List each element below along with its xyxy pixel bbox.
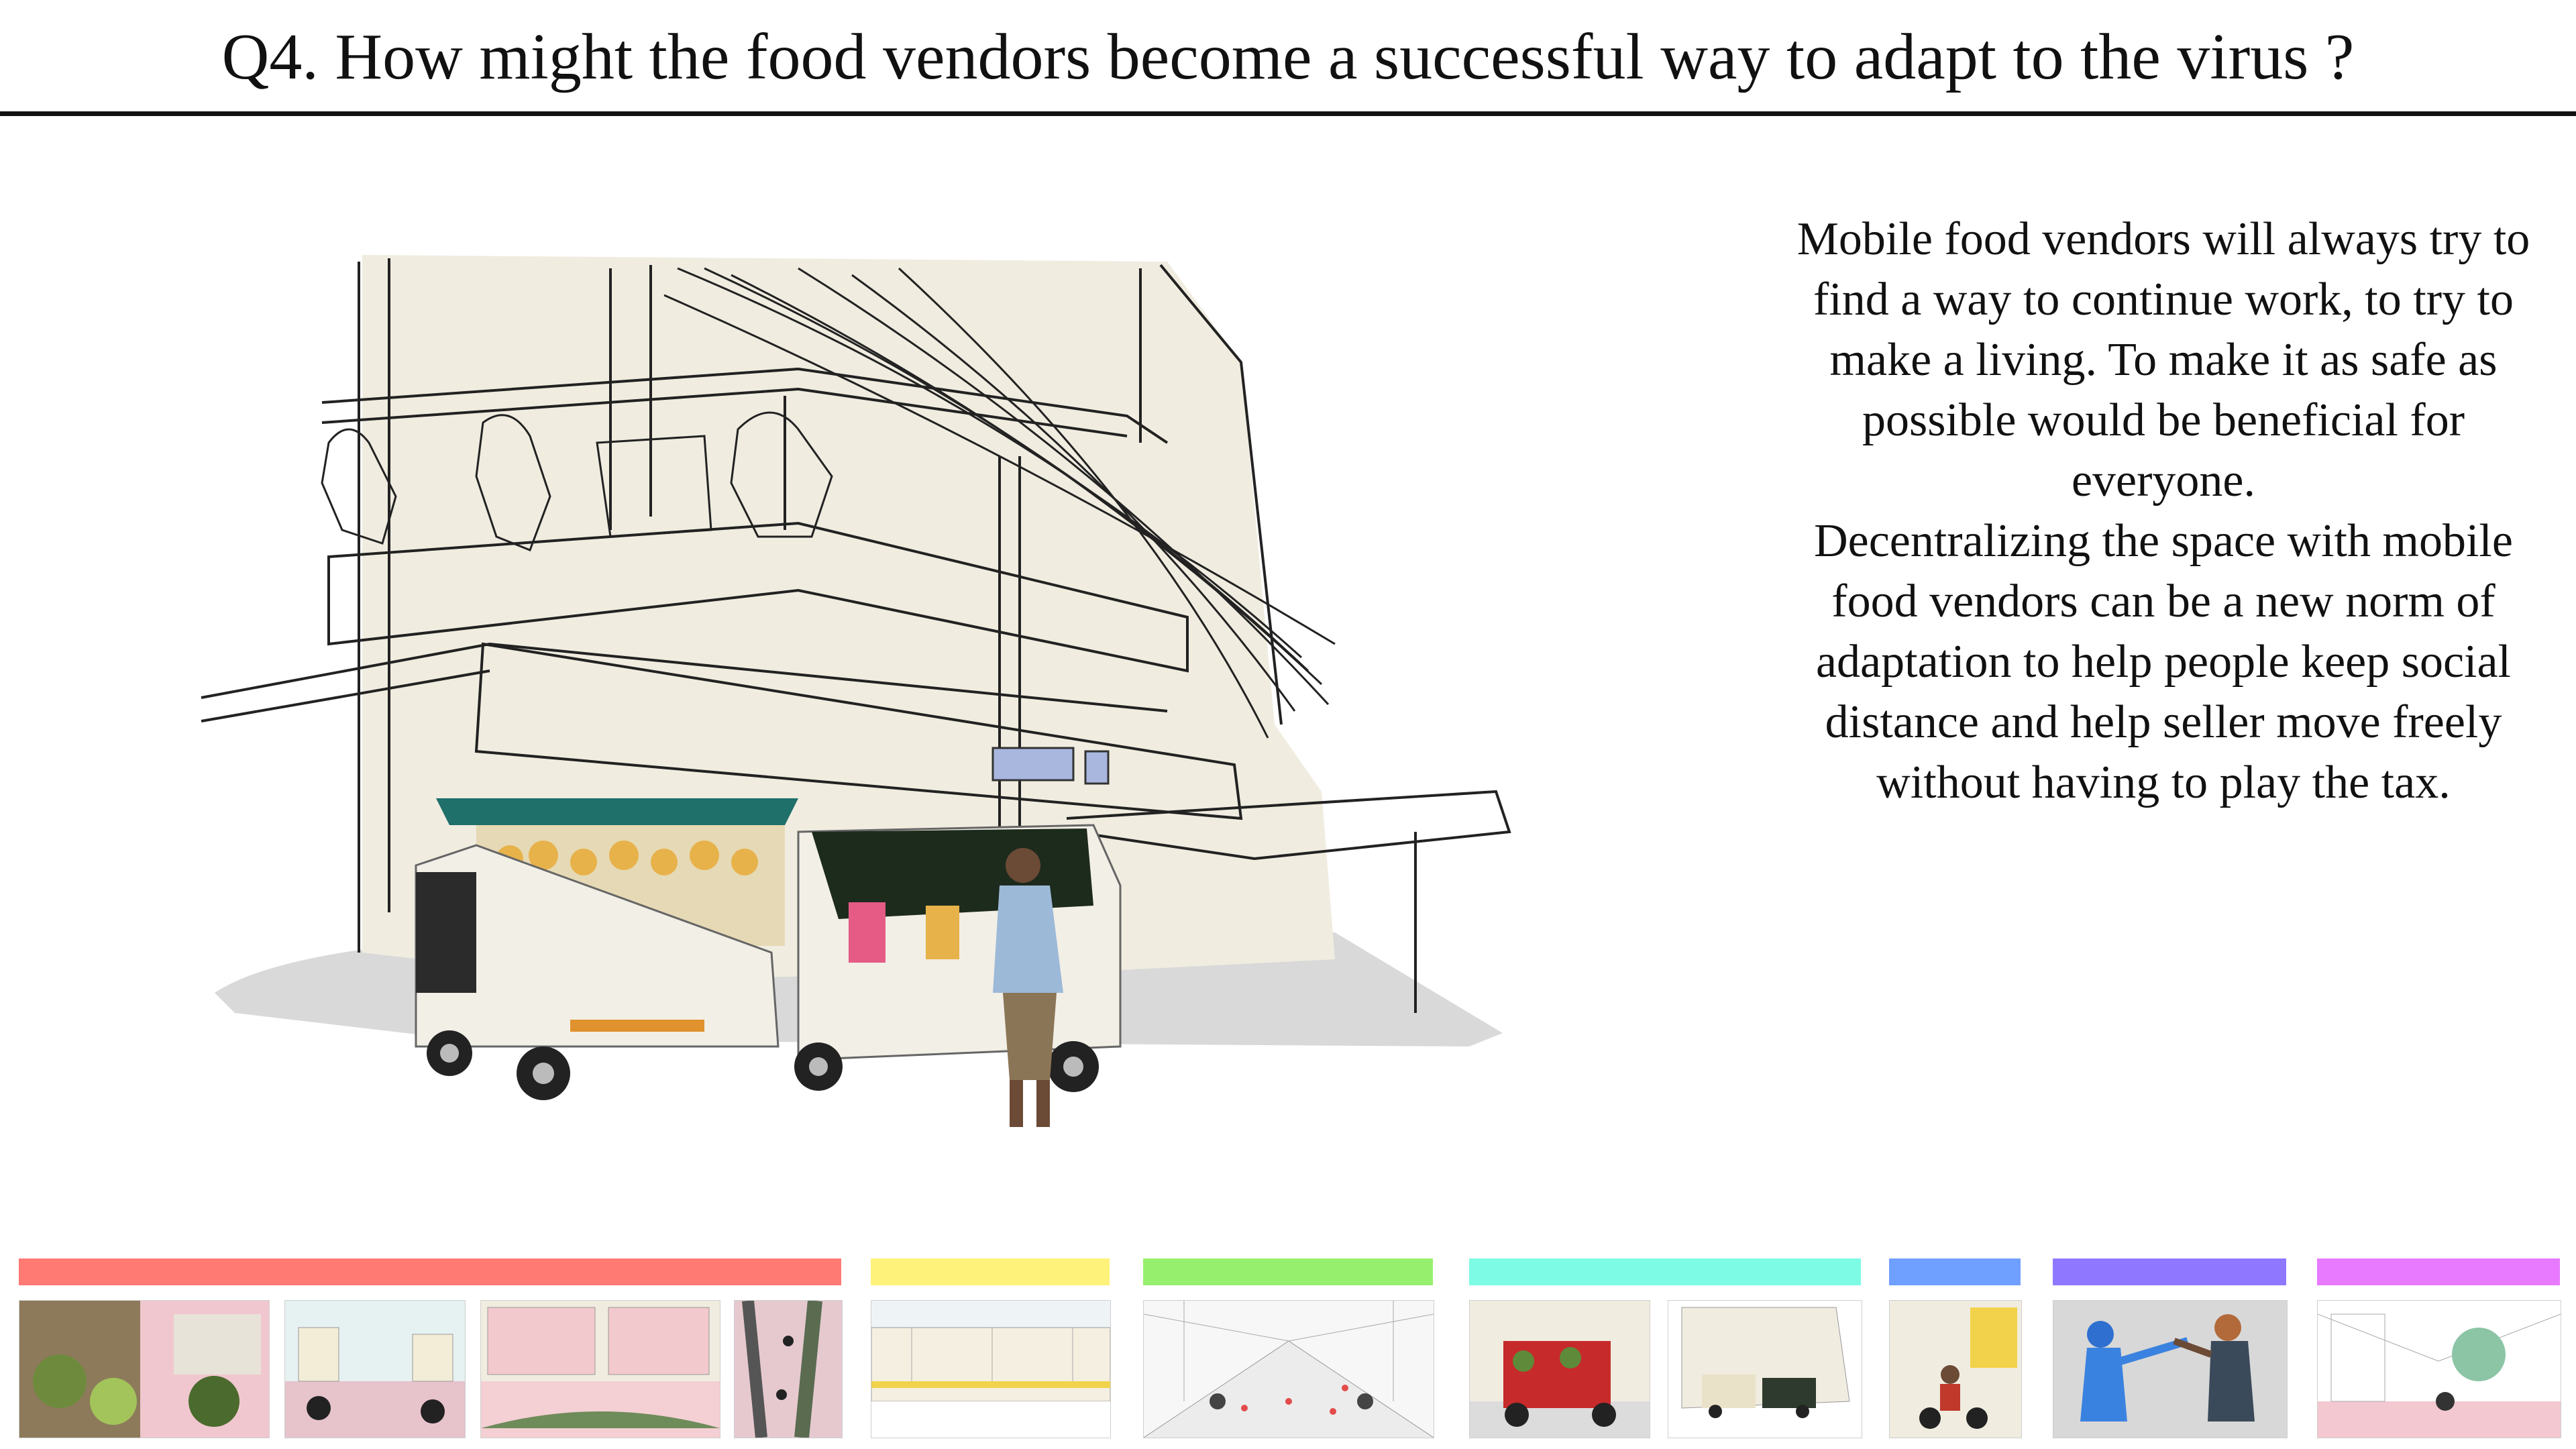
vendor-corner-drawing — [201, 255, 1511, 1127]
timeline-bar — [2053, 1258, 2286, 1285]
title-divider — [0, 111, 2576, 116]
thumb-market-facade-elevation[interactable] — [871, 1300, 1111, 1438]
thumb-street-sketch[interactable] — [284, 1300, 466, 1438]
timeline-bar — [871, 1258, 1110, 1285]
timeline-group-7 — [2317, 1258, 2561, 1440]
timeline-bar — [1469, 1258, 1861, 1285]
description-paragraph: Mobile food vendors will always try to f… — [1796, 213, 2530, 506]
timeline-group-5 — [1889, 1258, 2022, 1440]
thumb-street-tree-sketch[interactable] — [2317, 1300, 2561, 1438]
timeline-bar — [1889, 1258, 2021, 1285]
timeline-group-3 — [1143, 1258, 1434, 1440]
thumb-masked-exchange[interactable] — [2053, 1300, 2288, 1438]
description-paragraph: Decentralizing the space with mobile foo… — [1814, 515, 2513, 808]
timeline-group-1 — [19, 1258, 843, 1440]
thumb-corner-carts[interactable] — [1668, 1300, 1862, 1438]
thumb-motorbike-vendor[interactable] — [1889, 1300, 2022, 1438]
timeline-bar — [19, 1258, 841, 1285]
timeline-group-2 — [871, 1258, 1111, 1440]
thumb-perspective-street-markings[interactable] — [1143, 1300, 1434, 1438]
description-text: Mobile food vendors will always try to f… — [1771, 209, 2556, 813]
thumb-pink-facade[interactable] — [480, 1300, 720, 1438]
thumb-aerial-vendors[interactable] — [734, 1300, 843, 1438]
main-illustration — [195, 241, 1570, 1167]
thumb-red-cart[interactable] — [1469, 1300, 1650, 1438]
page-title: Q4. How might the food vendors become a … — [221, 21, 2355, 93]
thumb-market-scene[interactable] — [19, 1300, 270, 1438]
timeline-group-4 — [1469, 1258, 1862, 1440]
timeline-group-6 — [2053, 1258, 2288, 1440]
timeline-bar — [1143, 1258, 1433, 1285]
timeline-bar — [2317, 1258, 2560, 1285]
